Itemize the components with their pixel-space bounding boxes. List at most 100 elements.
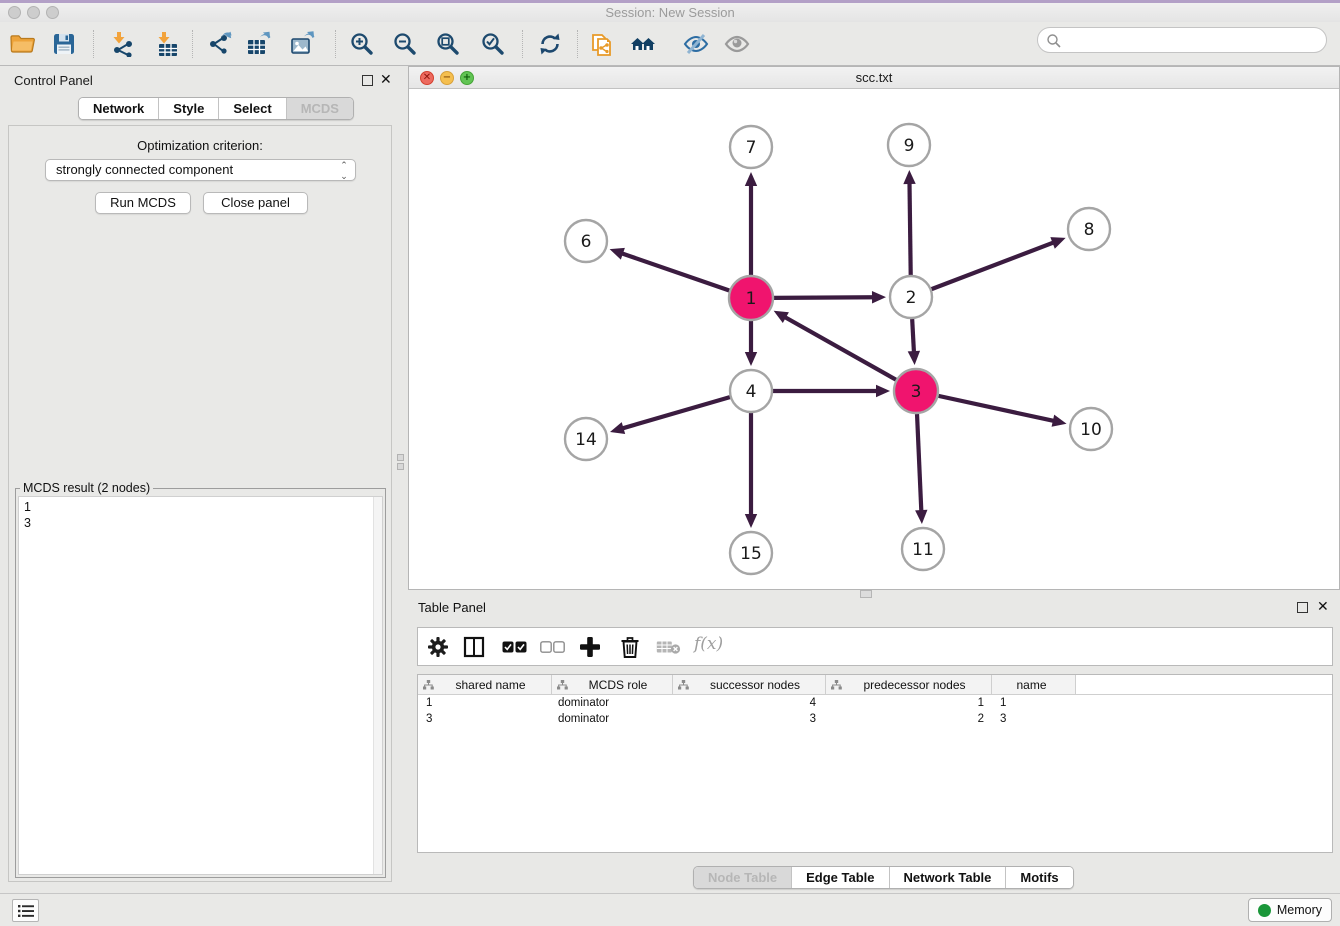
export-image-icon[interactable] <box>289 31 315 57</box>
node-label: 11 <box>912 540 934 560</box>
column-header-MCDS-role[interactable]: MCDS role <box>552 675 673 694</box>
tab-node-table[interactable]: Node Table <box>694 867 791 888</box>
horizontal-splitter-handle[interactable] <box>860 590 872 598</box>
network-window: ✕ − + scc.txt 7 9 6 8 1 2 4 3 14 10 15 11 <box>408 66 1340 590</box>
tab-network[interactable]: Network <box>79 98 158 119</box>
edge-arrowhead <box>915 510 927 524</box>
export-table-icon[interactable] <box>245 31 271 57</box>
control-panel-title: Control Panel <box>14 73 93 88</box>
graph-node-4[interactable]: 4 <box>730 370 772 412</box>
graph-node-14[interactable]: 14 <box>565 418 607 460</box>
graph-node-10[interactable]: 10 <box>1070 408 1112 450</box>
zoom-selected-icon[interactable] <box>480 31 506 57</box>
edge-2-8[interactable] <box>932 242 1056 289</box>
window-close-button[interactable] <box>8 6 21 19</box>
edge-arrowhead <box>745 172 757 186</box>
network-close-button[interactable]: ✕ <box>420 71 434 85</box>
duplicate-network-icon[interactable] <box>590 31 616 57</box>
mcds-result-scrollbar[interactable] <box>373 497 382 874</box>
zoom-out-icon[interactable] <box>392 31 418 57</box>
show-hidden-icon[interactable] <box>724 31 750 57</box>
zoom-in-icon[interactable] <box>349 31 375 57</box>
close-panel-button[interactable]: Close panel <box>203 192 308 214</box>
optimization-criterion-select[interactable]: strongly connected component ⌃⌄ <box>45 159 356 181</box>
toolbar-separator <box>577 30 578 58</box>
vertical-splitter-handle[interactable] <box>397 452 406 478</box>
table-cell: 3 <box>418 711 552 727</box>
column-header-shared-name[interactable]: shared name <box>418 675 552 694</box>
run-mcds-button[interactable]: Run MCDS <box>95 192 191 214</box>
tab-mcds[interactable]: MCDS <box>286 98 353 119</box>
edge-1-2[interactable] <box>774 297 875 298</box>
graph-node-6[interactable]: 6 <box>565 220 607 262</box>
hide-selected-icon[interactable] <box>683 31 709 57</box>
network-minimize-button[interactable]: − <box>440 71 454 85</box>
mcds-result-line: 1 <box>24 499 31 515</box>
tab-select[interactable]: Select <box>218 98 285 119</box>
graph-node-15[interactable]: 15 <box>730 532 772 574</box>
node-label: 8 <box>1084 220 1095 240</box>
graph-node-11[interactable]: 11 <box>902 528 944 570</box>
graph-node-8[interactable]: 8 <box>1068 208 1110 250</box>
column-header-name[interactable]: name <box>992 675 1076 694</box>
open-session-icon[interactable] <box>9 31 35 57</box>
network-maximize-button[interactable]: + <box>460 71 474 85</box>
table-panel-float-icon[interactable] <box>1297 601 1308 616</box>
network-window-titlebar[interactable]: ✕ − + scc.txt <box>409 67 1339 89</box>
table-panel-close-icon[interactable]: ✕ <box>1317 601 1329 612</box>
table-cell: 2 <box>826 711 992 727</box>
graph-node-7[interactable]: 7 <box>730 126 772 168</box>
graph-node-1[interactable]: 1 <box>729 276 773 320</box>
zoom-fit-icon[interactable] <box>435 31 461 57</box>
edge-2-3[interactable] <box>912 319 914 354</box>
edge-arrowhead <box>908 351 920 365</box>
toolbar-separator <box>192 30 193 58</box>
network-graph-canvas[interactable]: 7 9 6 8 1 2 4 3 14 10 15 11 <box>409 89 1339 589</box>
graph-node-3[interactable]: 3 <box>894 369 938 413</box>
control-panel-close-icon[interactable]: ✕ <box>380 74 392 85</box>
table-row[interactable]: 1dominator411 <box>418 695 1332 711</box>
node-table[interactable]: shared nameMCDS rolesuccessor nodesprede… <box>417 674 1333 853</box>
column-header-successor-nodes[interactable]: successor nodes <box>673 675 826 694</box>
export-network-icon[interactable] <box>208 31 234 57</box>
control-panel-float-icon[interactable] <box>362 74 373 89</box>
save-session-icon[interactable] <box>51 31 77 57</box>
mcds-result-lines: 13 <box>24 499 31 531</box>
graph-node-9[interactable]: 9 <box>888 124 930 166</box>
status-bar: Memory <box>0 893 1340 926</box>
edge-1-6[interactable] <box>620 253 729 291</box>
show-column-panel-icon[interactable] <box>462 635 486 662</box>
tab-style[interactable]: Style <box>158 98 218 119</box>
tab-edge-table[interactable]: Edge Table <box>791 867 888 888</box>
table-settings-icon[interactable] <box>426 635 450 662</box>
tab-network-table[interactable]: Network Table <box>889 867 1006 888</box>
edge-3-11[interactable] <box>917 414 921 513</box>
node-label: 15 <box>740 544 762 564</box>
table-cell: dominator <box>552 695 673 711</box>
graph-node-2[interactable]: 2 <box>890 276 932 318</box>
deselect-all-icon[interactable] <box>540 641 565 656</box>
import-table-icon[interactable] <box>154 31 180 57</box>
window-zoom-button[interactable] <box>46 6 59 19</box>
show-all-networks-icon[interactable] <box>630 31 656 57</box>
refresh-layout-icon[interactable] <box>537 31 563 57</box>
show-panels-list-button[interactable] <box>12 899 39 922</box>
select-all-icon[interactable] <box>502 641 527 656</box>
edge-4-14[interactable] <box>621 397 730 429</box>
edge-3-10[interactable] <box>938 396 1055 421</box>
column-header-predecessor-nodes[interactable]: predecessor nodes <box>826 675 992 694</box>
node-label: 10 <box>1080 420 1102 440</box>
tab-motifs[interactable]: Motifs <box>1005 867 1072 888</box>
import-network-icon[interactable] <box>109 31 135 57</box>
edge-2-9[interactable] <box>909 181 910 275</box>
add-column-icon[interactable] <box>579 636 601 661</box>
edge-3-1[interactable] <box>783 316 896 380</box>
memory-button[interactable]: Memory <box>1248 898 1332 922</box>
delete-column-icon[interactable] <box>618 635 642 662</box>
node-label: 2 <box>906 288 917 308</box>
mcds-result-textarea[interactable]: 13 <box>18 496 383 875</box>
table-row[interactable]: 3dominator323 <box>418 711 1332 727</box>
window-minimize-button[interactable] <box>27 6 40 19</box>
toolbar-separator <box>522 30 523 58</box>
search-input[interactable] <box>1037 27 1327 53</box>
